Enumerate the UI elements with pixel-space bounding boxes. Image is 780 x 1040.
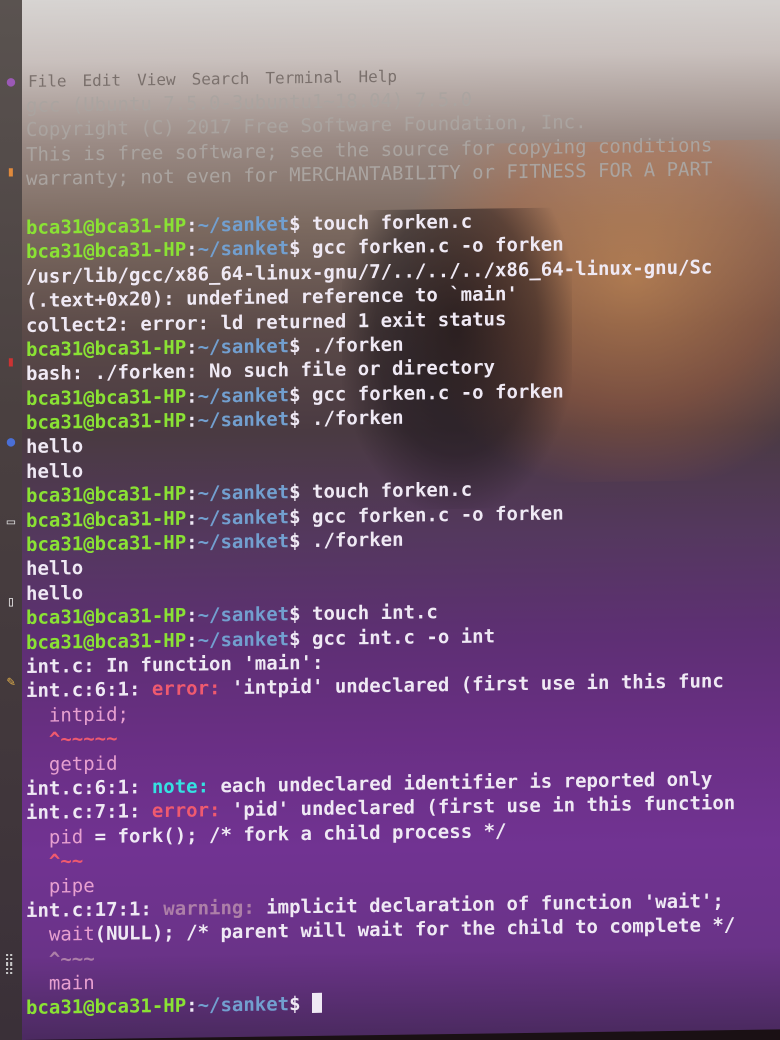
terminal-output[interactable]: gcc (Ubuntu 7.5.0-3ubuntu1~18.04) 7.5.0 C…: [26, 83, 780, 1020]
terminal-text-segment: hello: [26, 435, 84, 459]
terminal-text-segment: $ ./forken: [289, 333, 404, 358]
terminal-text-segment: $ gcc forken.c -o forken: [289, 380, 564, 406]
terminal-text-segment: ~/sanket: [197, 213, 290, 237]
terminal-window[interactable]: File Edit View Search Terminal Help gcc …: [22, 0, 780, 1040]
terminal-text-segment: ~/sanket: [197, 237, 290, 261]
terminal-text-segment: $ gcc forken.c -o forken: [289, 502, 564, 528]
terminal-text-segment: $ ./forken: [289, 528, 404, 553]
terminal-text-segment: ^~~~: [26, 947, 95, 971]
terminal-text-segment: int.c:6:1:: [26, 776, 152, 800]
terminal-text-segment: ~/sanket: [197, 530, 290, 554]
document-icon[interactable]: ▯: [0, 580, 22, 624]
terminal-text-segment: bca31@bca31-HP: [26, 507, 187, 532]
launcher-app-icon[interactable]: ●: [0, 60, 22, 104]
terminal-text-segment: :: [186, 336, 198, 359]
terminal-text-segment: :: [186, 531, 198, 554]
menu-bar: File Edit View Search Terminal Help: [28, 67, 397, 91]
menu-help[interactable]: Help: [358, 67, 397, 87]
terminal-text-segment: wait: [26, 923, 95, 947]
terminal-text-segment: main: [26, 972, 95, 996]
terminal-text-segment: :: [186, 995, 198, 1018]
terminal-icon[interactable]: ▮: [0, 340, 22, 384]
terminal-text-segment: :: [186, 409, 198, 432]
terminal-text-segment: $ gcc int.c -o int: [289, 624, 496, 650]
pencil-icon[interactable]: ✎: [0, 660, 22, 704]
terminal-text-segment: $ touch int.c: [289, 601, 438, 626]
terminal-text-segment: error:: [151, 677, 232, 701]
terminal-text-segment: bca31@bca31-HP: [26, 214, 187, 239]
terminal-text-segment: ~/sanket: [197, 408, 290, 432]
terminal-text-segment: ~/sanket: [197, 335, 290, 359]
terminal-text-segment: $ ./forken: [289, 406, 404, 431]
terminal-text-segment: bca31@bca31-HP: [26, 629, 187, 654]
terminal-text-segment: ~/sanket: [197, 993, 290, 1018]
terminal-text-segment: pid: [26, 825, 84, 849]
terminal-text-segment: $ touch forken.c: [289, 210, 473, 236]
terminal-text-segment: $ touch forken.c: [289, 478, 473, 504]
terminal-text-segment: int.c:6:1:: [26, 678, 152, 703]
terminal-text-segment: warning:: [163, 896, 267, 920]
menu-edit[interactable]: Edit: [83, 71, 122, 91]
terminal-text-segment: ~/sanket: [197, 603, 290, 627]
terminal-text-segment: :: [186, 214, 198, 237]
terminal-text-segment: :: [186, 238, 198, 262]
terminal-text-segment: ~/sanket: [197, 383, 290, 408]
monitor-icon[interactable]: ▭: [0, 500, 22, 544]
circle-icon[interactable]: ●: [0, 420, 22, 464]
terminal-text-segment: hello: [26, 460, 84, 483]
terminal-text-segment: hello: [26, 581, 84, 605]
terminal-text-segment: ~/sanket: [197, 505, 290, 530]
terminal-text-segment: ~/sanket: [197, 481, 290, 505]
folder-icon[interactable]: ▮: [0, 150, 22, 194]
terminal-text-segment: :: [186, 507, 198, 530]
terminal-text-segment: error:: [151, 799, 232, 823]
terminal-text-segment: collect2: error: ld returned 1 exit stat…: [26, 307, 507, 337]
terminal-text-segment: :: [186, 629, 198, 652]
terminal-text-segment: :: [186, 385, 198, 408]
terminal-text-segment: pipe: [26, 874, 95, 898]
terminal-text-segment: int.c:7:1:: [26, 800, 152, 825]
terminal-text-segment: ^~~: [26, 850, 84, 874]
terminal-text-segment: = fork(); /* fork a child process */: [83, 819, 507, 848]
terminal-text-segment: getpid: [26, 752, 118, 776]
terminal-text-segment: $: [289, 993, 313, 1016]
show-apps-grid-icon[interactable]: ⠿ ⠿: [4, 954, 22, 996]
terminal-text-segment: bca31@bca31-HP: [26, 531, 187, 556]
terminal-text-segment: hello: [26, 557, 84, 581]
menu-search[interactable]: Search: [192, 69, 250, 89]
terminal-text-segment: bca31@bca31-HP: [26, 482, 187, 508]
terminal-text-segment: bca31@bca31-HP: [26, 336, 187, 361]
terminal-text-segment: bca31@bca31-HP: [26, 409, 187, 435]
menu-file[interactable]: File: [28, 71, 67, 91]
menu-terminal[interactable]: Terminal: [265, 68, 342, 88]
terminal-text-segment: ^~~~~~: [26, 727, 118, 752]
terminal-text-segment: bca31@bca31-HP: [26, 995, 187, 1020]
terminal-text-segment: bca31@bca31-HP: [26, 604, 187, 630]
terminal-text-segment: :: [186, 482, 198, 505]
terminal-text-segment: $ gcc forken.c -o forken: [289, 233, 564, 260]
terminal-text-segment: bca31@bca31-HP: [26, 239, 187, 264]
menu-view[interactable]: View: [137, 70, 176, 90]
terminal-text-segment: bca31@bca31-HP: [26, 385, 187, 410]
terminal-text-segment: int.c: In function 'main':: [26, 651, 324, 678]
text-cursor: [312, 993, 323, 1014]
terminal-text-segment: int.c:17:1:: [26, 897, 164, 922]
terminal-text-segment: note:: [151, 775, 221, 799]
terminal-text-segment: :: [186, 604, 198, 627]
terminal-text-segment: intpid;: [26, 703, 129, 727]
terminal-text-segment: ~/sanket: [197, 627, 290, 652]
